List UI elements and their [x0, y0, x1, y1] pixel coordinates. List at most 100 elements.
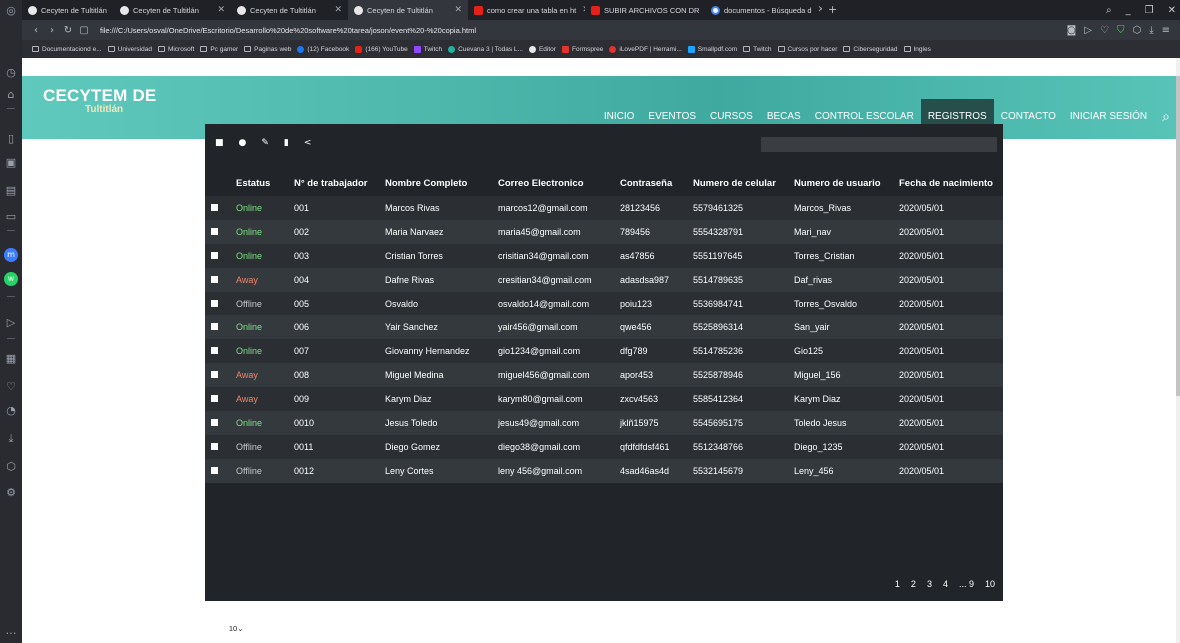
- table-row[interactable]: Online 0010 Jesus Toledo jesus49@gmail.com j…: [205, 411, 1003, 435]
- nav-contacto[interactable]: CONTACTO: [994, 107, 1063, 127]
- messenger-icon[interactable]: m: [4, 248, 18, 262]
- square-icon[interactable]: ■: [215, 138, 224, 148]
- bookmark-item[interactable]: Documentaciond e...: [32, 46, 102, 53]
- cube-icon[interactable]: ⬡: [1132, 25, 1141, 36]
- page-link[interactable]: 3: [927, 579, 932, 589]
- row-checkbox[interactable]: [211, 251, 218, 259]
- bookmark-item[interactable]: (166) YouTube: [355, 45, 408, 53]
- bookmark-item[interactable]: Ciberseguridad: [843, 46, 898, 53]
- player-icon[interactable]: ▷: [4, 316, 18, 330]
- row-checkbox[interactable]: [211, 299, 218, 307]
- heart-outline-icon[interactable]: ♡: [1100, 25, 1109, 36]
- search-icon[interactable]: ⌕: [1162, 109, 1170, 125]
- bookmark-item[interactable]: Universidad: [107, 46, 152, 53]
- bookmark-item[interactable]: Formspree: [561, 45, 603, 53]
- circle-icon[interactable]: ●: [239, 138, 247, 148]
- heart-icon[interactable]: ♡: [4, 380, 18, 394]
- bookmark-item[interactable]: Smallpdf.com: [687, 45, 737, 53]
- trash-icon[interactable]: ▮: [284, 138, 289, 148]
- column-header[interactable]: Numero de usuario: [788, 170, 893, 196]
- row-checkbox[interactable]: [211, 203, 218, 211]
- table-row[interactable]: Online 003 Cristian Torres crisitian34@gmai…: [205, 243, 1003, 268]
- workspace-icon[interactable]: ▣: [4, 156, 18, 170]
- settings-icon[interactable]: ⚙: [4, 486, 18, 500]
- close-tab-icon[interactable]: ✕: [448, 5, 462, 15]
- bookmark-item[interactable]: (12) Facebook: [297, 45, 349, 53]
- reload-icon[interactable]: ↻: [60, 25, 76, 36]
- column-header[interactable]: Contraseña: [614, 170, 687, 196]
- bookmark-item[interactable]: Twitch: [413, 45, 442, 53]
- brand-title[interactable]: CECYTEM DE: [43, 86, 156, 106]
- whatsapp-icon[interactable]: w: [4, 272, 18, 286]
- column-header[interactable]: Estatus: [230, 170, 288, 196]
- play-icon[interactable]: ▷: [1084, 25, 1092, 36]
- bookmark-item[interactable]: Microsoft: [157, 46, 194, 53]
- search-tabs-icon[interactable]: ⌕: [1106, 5, 1112, 16]
- download-icon[interactable]: ⤓: [1149, 25, 1153, 36]
- column-header[interactable]: Nombre Completo: [379, 170, 492, 196]
- table-row[interactable]: Online 001 Marcos Rivas marcos12@gmail.com 2…: [205, 196, 1003, 220]
- row-checkbox[interactable]: [211, 442, 218, 450]
- tab-6[interactable]: documentos - Búsqueda d ✕: [705, 0, 822, 20]
- table-row[interactable]: Offline 0011 Diego Gomez diego38@gmail.com q…: [205, 434, 1003, 459]
- entries-select[interactable]: 10 ⌄: [226, 623, 246, 633]
- tab-4[interactable]: como crear una tabla en ht✕: [468, 0, 585, 20]
- more-icon[interactable]: …: [4, 624, 18, 638]
- row-checkbox[interactable]: [211, 227, 218, 235]
- aria-icon[interactable]: ◷: [4, 66, 18, 80]
- tab-5[interactable]: SUBIR ARCHIVOS CON DR✕: [585, 0, 705, 20]
- bookmark-item[interactable]: Paginas web: [244, 46, 291, 53]
- easy-setup-icon[interactable]: ≡: [1162, 25, 1170, 36]
- tab-1[interactable]: Cecyten de Tultitlán ✕: [114, 0, 231, 20]
- row-checkbox[interactable]: [211, 418, 218, 426]
- new-tab-icon[interactable]: +: [822, 0, 843, 20]
- maximize-icon[interactable]: ❐: [1145, 5, 1154, 16]
- apps-icon[interactable]: ▦: [4, 352, 18, 366]
- tab-3[interactable]: Cecyten de Tultitlán ✕: [348, 0, 468, 20]
- page-link[interactable]: 1: [895, 579, 900, 589]
- page-link[interactable]: ... 9: [959, 579, 974, 589]
- bookmarks-icon[interactable]: ▯: [4, 132, 18, 146]
- bookmark-item[interactable]: Ingles: [903, 46, 931, 53]
- row-checkbox[interactable]: [211, 347, 218, 355]
- extensions-icon[interactable]: ⬡: [4, 460, 18, 474]
- bookmark-item[interactable]: iLovePDF | Herrami...: [609, 45, 682, 53]
- home-icon[interactable]: ⌂: [4, 88, 18, 102]
- back-icon[interactable]: ‹: [28, 25, 44, 36]
- column-header[interactable]: Correo Electronico: [492, 170, 614, 196]
- table-row[interactable]: Away 009 Karym Diaz karym80@gmail.com zxcv45…: [205, 387, 1003, 412]
- row-checkbox[interactable]: [211, 275, 218, 283]
- close-tab-icon[interactable]: ✕: [107, 5, 114, 15]
- nav-iniciar-sesion[interactable]: INICIAR SESIÓN: [1063, 107, 1154, 127]
- tab-2[interactable]: Cecyten de Tultitlán ✕: [231, 0, 348, 20]
- forward-icon[interactable]: ›: [44, 25, 60, 36]
- pencil-icon[interactable]: ✎: [261, 138, 269, 148]
- column-header[interactable]: Fecha de nacimiento: [893, 170, 1003, 196]
- bookmark-item[interactable]: Editor: [528, 45, 556, 53]
- close-tab-icon[interactable]: ✕: [211, 5, 225, 15]
- table-row[interactable]: Online 007 Giovanny Hernandez gio1234@gmail…: [205, 339, 1003, 364]
- camera-icon[interactable]: ◙: [1067, 25, 1077, 36]
- vpn-shield-icon[interactable]: ⛉: [1117, 25, 1125, 36]
- url-field[interactable]: file:///C:/Users/osval/OneDrive/Escritor…: [100, 26, 476, 35]
- tabs-icon[interactable]: ▤: [4, 184, 18, 198]
- row-checkbox[interactable]: [211, 371, 218, 379]
- table-row[interactable]: Offline 0012 Leny Cortes leny 456@gmail.com…: [205, 458, 1003, 483]
- close-window-icon[interactable]: ✕: [1168, 5, 1176, 16]
- table-row[interactable]: Online 002 Maria Narvaez maria45@gmail.com 7…: [205, 219, 1003, 244]
- row-checkbox[interactable]: [211, 466, 218, 474]
- bookmark-item[interactable]: Pc gamer: [200, 46, 238, 53]
- minimize-icon[interactable]: _: [1126, 5, 1131, 16]
- download-icon[interactable]: ⤓: [4, 432, 18, 446]
- row-checkbox[interactable]: [211, 323, 218, 331]
- page-link[interactable]: 4: [943, 579, 948, 589]
- close-tab-icon[interactable]: ✕: [328, 5, 342, 15]
- table-search-input[interactable]: [761, 137, 997, 152]
- share-icon[interactable]: <: [304, 138, 312, 148]
- history-icon[interactable]: ◔: [4, 404, 18, 418]
- table-row[interactable]: Online 006 Yair Sanchez yair456@gmail.com qw…: [205, 315, 1003, 340]
- bookmark-item[interactable]: Cursos por hacer: [777, 46, 837, 53]
- page-scrollbar-thumb[interactable]: [1176, 76, 1180, 396]
- bookmark-item[interactable]: Cuevana 3 | Todas L...: [448, 45, 523, 53]
- column-header[interactable]: N° de trabajador: [288, 170, 379, 196]
